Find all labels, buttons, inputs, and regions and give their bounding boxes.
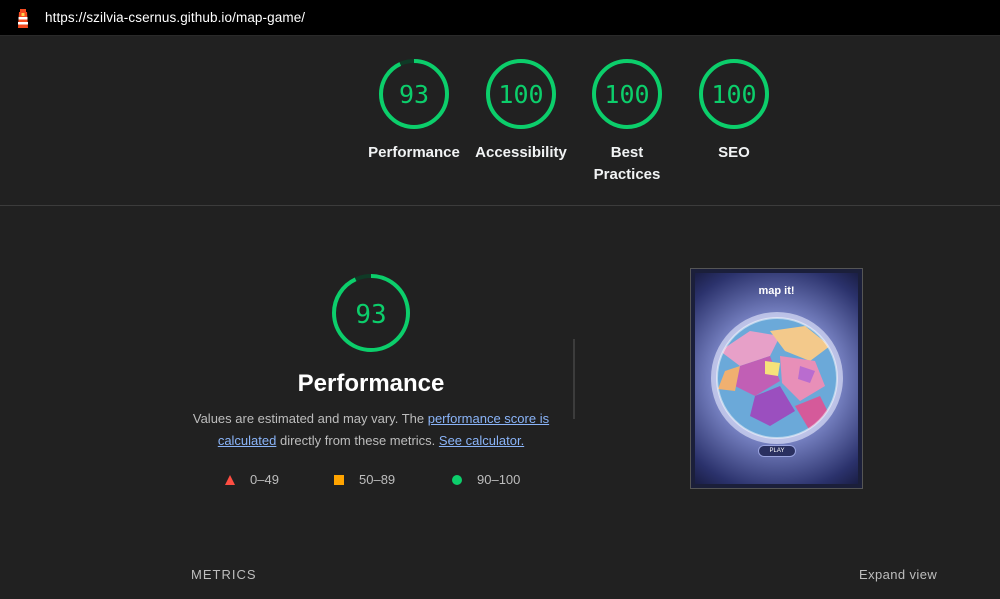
screenshot-footer: [699, 475, 854, 481]
circle-icon: [452, 474, 462, 485]
description-text: directly from these metrics.: [276, 433, 439, 448]
final-screenshot[interactable]: map it! PLAY: [690, 268, 863, 489]
expand-view-button[interactable]: Expand view: [859, 567, 937, 582]
url-bar: https://szilvia-csernus.github.io/map-ga…: [0, 0, 1000, 36]
score-gauge: 100: [592, 59, 662, 129]
score-gauge: 100: [486, 59, 556, 129]
legend-range: 90–100: [477, 472, 521, 487]
legend-range: 50–89: [359, 472, 396, 487]
score-label: Accessibility: [475, 144, 567, 161]
legend-range: 0–49: [250, 472, 279, 487]
screenshot-title: map it!: [758, 285, 795, 297]
legend-fail: 0–49: [224, 472, 279, 487]
score-label: SEO: [718, 144, 750, 161]
performance-score: 93: [355, 300, 386, 330]
performance-gauge: 93: [332, 274, 410, 352]
score-value: 93: [399, 80, 429, 109]
square-icon: [334, 474, 344, 485]
gauge-accessibility[interactable]: 100 Accessibility: [466, 58, 576, 164]
gauge-performance[interactable]: 93 Performance: [359, 58, 469, 164]
triangle-icon: [225, 474, 235, 485]
screenshot-content: map it! PLAY: [695, 273, 858, 484]
play-button: PLAY: [758, 445, 796, 457]
legend-pass: 90–100: [451, 472, 520, 487]
description-text: Values are estimated and may vary. The: [192, 411, 428, 426]
score-label: Best Practices: [593, 144, 661, 183]
score-value: 100: [604, 80, 649, 109]
vertical-divider: [573, 339, 575, 419]
legend-average: 50–89: [333, 472, 395, 487]
gauge-seo[interactable]: 100 SEO: [679, 58, 789, 164]
page-url[interactable]: https://szilvia-csernus.github.io/map-ga…: [45, 10, 305, 25]
score-gauge: 93: [379, 59, 449, 129]
performance-title: Performance: [297, 370, 445, 397]
score-value: 100: [711, 80, 756, 109]
performance-description: Values are estimated and may vary. The p…: [186, 408, 556, 452]
lighthouse-icon: [18, 9, 28, 28]
score-summary: 93 Performance 100 Accessibility 100 Bes…: [0, 36, 1000, 206]
score-gauge: 100: [699, 59, 769, 129]
score-label: Performance: [368, 144, 460, 161]
see-calculator-link[interactable]: See calculator.: [439, 433, 524, 448]
gauge-best-practices[interactable]: 100 Best Practices: [572, 58, 682, 186]
globe-image: [711, 312, 843, 444]
score-value: 100: [498, 80, 543, 109]
metrics-heading: METRICS: [191, 567, 257, 582]
